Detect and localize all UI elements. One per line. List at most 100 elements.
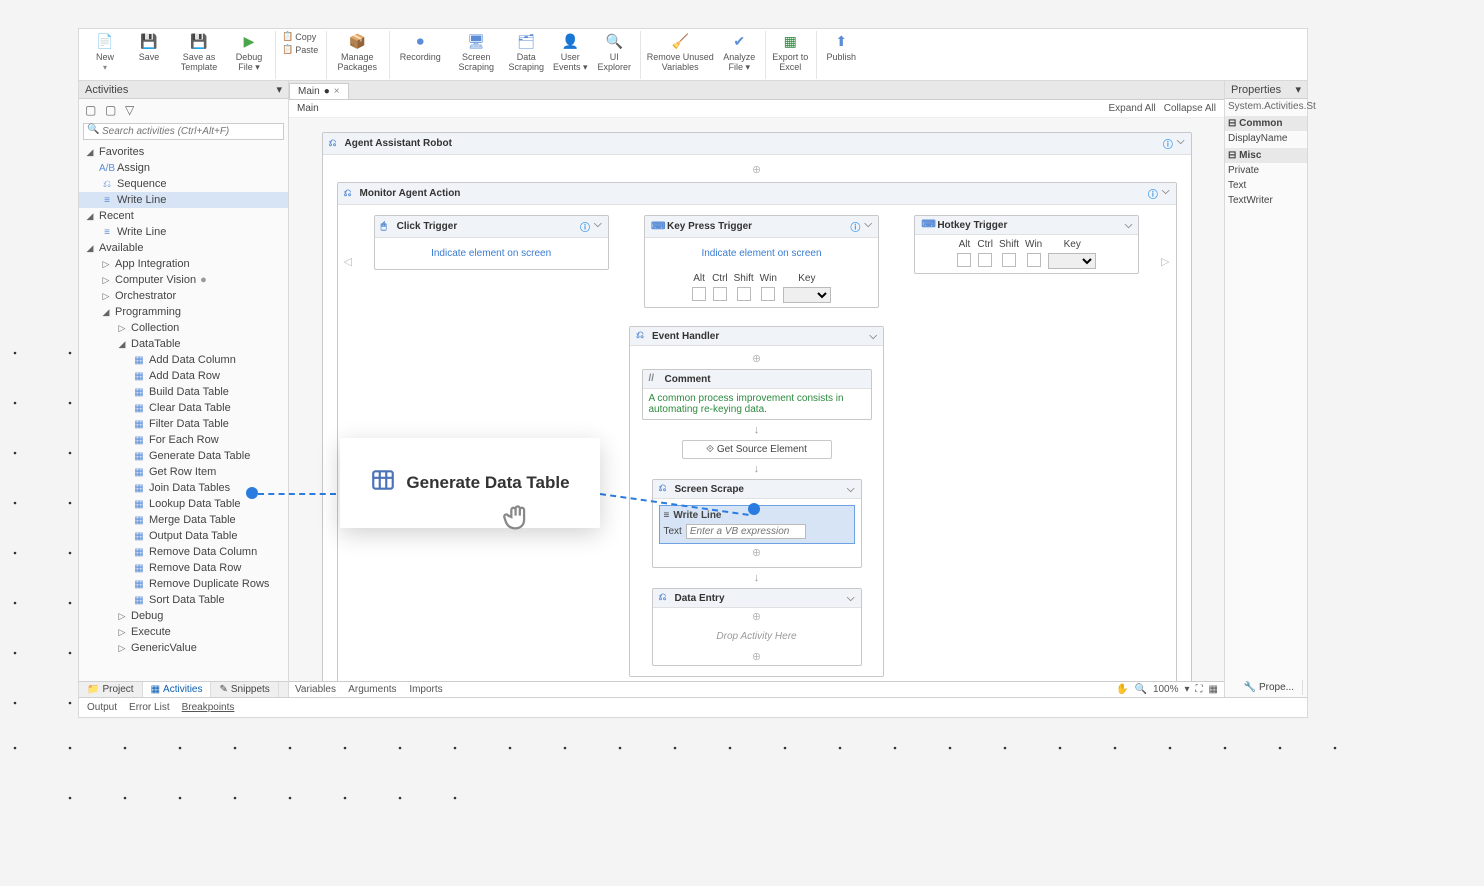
collapse-icon[interactable]: ⌵ xyxy=(1125,220,1133,231)
add-icon[interactable]: ⊕ xyxy=(329,161,1185,178)
tab-activities[interactable]: ▦Activities xyxy=(143,682,212,697)
save-template-button[interactable]: 💾Save as Template xyxy=(173,31,225,77)
data-entry[interactable]: ⎌Data Entry⌵ ⊕ Drop Activity Here ⊕ xyxy=(652,588,862,666)
collapse-icon[interactable]: ⌵ xyxy=(594,219,602,234)
alt-checkbox[interactable] xyxy=(692,287,706,301)
ui-explorer-button[interactable]: 🔍UI Explorer xyxy=(594,31,634,77)
dt-clear[interactable]: ▦Clear Data Table xyxy=(79,400,288,416)
analyze-button[interactable]: ✔Analyze File ▾ xyxy=(719,31,759,77)
dt-filter[interactable]: ▦Filter Data Table xyxy=(79,416,288,432)
add-icon[interactable]: ⊕ xyxy=(659,544,855,561)
ctrl-checkbox[interactable] xyxy=(713,287,727,301)
filter-icon[interactable]: ▽ xyxy=(125,103,139,117)
win-checkbox[interactable] xyxy=(1027,253,1041,267)
panel-menu-icon[interactable]: ▾ xyxy=(1295,83,1301,96)
favorites-group[interactable]: ◢Favorites xyxy=(79,144,288,160)
hotkey-trigger[interactable]: ⌨Hotkey Trigger⌵ Alt Ctrl Shift Win Key xyxy=(914,215,1139,274)
arguments-tab[interactable]: Arguments xyxy=(348,684,396,695)
search-input[interactable] xyxy=(83,123,284,140)
text-input[interactable] xyxy=(686,524,806,539)
dt-output[interactable]: ▦Output Data Table xyxy=(79,528,288,544)
copy-button[interactable]: 📋Copy xyxy=(280,31,320,42)
available-group[interactable]: ◢Available xyxy=(79,240,288,256)
new-button[interactable]: 📄New▾ xyxy=(85,31,125,77)
collapse-icon[interactable]: ⌵ xyxy=(847,593,855,604)
text-prop[interactable]: Text xyxy=(1225,178,1307,193)
dt-lookup[interactable]: ▦Lookup Data Table xyxy=(79,496,288,512)
close-icon[interactable]: × xyxy=(334,86,340,97)
programming[interactable]: ◢Programming xyxy=(79,304,288,320)
export-excel-button[interactable]: ▦Export to Excel xyxy=(770,31,810,77)
app-integration[interactable]: ▷App Integration xyxy=(79,256,288,272)
orchestrator[interactable]: ▷Orchestrator xyxy=(79,288,288,304)
computer-vision[interactable]: ▷Computer Vision ● xyxy=(79,272,288,288)
tab-project[interactable]: 📁Project xyxy=(79,682,143,697)
dt-rem-col[interactable]: ▦Remove Data Column xyxy=(79,544,288,560)
expand-all[interactable]: Expand All xyxy=(1108,103,1155,114)
hand-icon[interactable]: ✋ xyxy=(1116,684,1128,695)
variables-tab[interactable]: Variables xyxy=(295,684,336,695)
collapse-icon[interactable]: ⌵ xyxy=(869,331,877,342)
dt-rem-dup[interactable]: ▦Remove Duplicate Rows xyxy=(79,576,288,592)
common-group[interactable]: ⊟ Common xyxy=(1225,116,1307,131)
fav-write-line[interactable]: ≡Write Line xyxy=(79,192,288,208)
info-icon[interactable]: ⓘ xyxy=(580,219,590,234)
search-icon[interactable]: 🔍 xyxy=(1134,684,1146,695)
save-button[interactable]: 💾Save xyxy=(129,31,169,77)
dt-generate[interactable]: ▦Generate Data Table xyxy=(79,448,288,464)
recent-write-line[interactable]: ≡Write Line xyxy=(79,224,288,240)
info-icon[interactable]: ⓘ xyxy=(1163,136,1173,151)
collapse-all[interactable]: Collapse All xyxy=(1164,103,1216,114)
collapse-icon[interactable]: ⌵ xyxy=(1177,136,1185,151)
tab-snippets[interactable]: ✎Snippets xyxy=(211,682,278,697)
indicate-link[interactable]: Indicate element on screen xyxy=(645,238,878,269)
comment-activity[interactable]: //Comment A common process improvement c… xyxy=(642,369,872,420)
grid-icon[interactable]: ▦ xyxy=(1209,684,1218,695)
dt-add-row[interactable]: ▦Add Data Row xyxy=(79,368,288,384)
folder2-icon[interactable]: ▢ xyxy=(105,103,119,117)
panel-menu-icon[interactable]: ▾ xyxy=(276,83,282,96)
error-list-tab[interactable]: Error List xyxy=(129,702,170,713)
screen-scrape[interactable]: ⎌Screen Scrape⌵ ≡Write Line Text ⊕ xyxy=(652,479,862,568)
chevron-down-icon[interactable]: ▾ xyxy=(1185,684,1190,695)
fav-assign[interactable]: A/BAssign xyxy=(79,160,288,176)
genericvalue[interactable]: ▷GenericValue xyxy=(79,640,288,656)
shift-checkbox[interactable] xyxy=(737,287,751,301)
imports-tab[interactable]: Imports xyxy=(409,684,442,695)
add-icon[interactable]: ⊕ xyxy=(636,352,877,365)
recording-button[interactable]: ⏺Recording xyxy=(394,31,446,77)
dt-sort[interactable]: ▦Sort Data Table xyxy=(79,592,288,608)
fav-sequence[interactable]: ⎌Sequence xyxy=(79,176,288,192)
fit-icon[interactable]: ⛶ xyxy=(1196,684,1203,695)
folder-icon[interactable]: ▢ xyxy=(85,103,99,117)
chevron-right-icon[interactable]: ▷ xyxy=(1161,255,1169,268)
datatable[interactable]: ◢DataTable xyxy=(79,336,288,352)
dt-merge[interactable]: ▦Merge Data Table xyxy=(79,512,288,528)
execute[interactable]: ▷Execute xyxy=(79,624,288,640)
output-tab[interactable]: Output xyxy=(87,702,117,713)
publish-button[interactable]: ⬆Publish xyxy=(821,31,861,77)
ctrl-checkbox[interactable] xyxy=(978,253,992,267)
add-icon[interactable]: ⊕ xyxy=(653,608,861,625)
chevron-left-icon[interactable]: ◁ xyxy=(344,255,352,268)
click-trigger[interactable]: 🖱Click Triggerⓘ⌵ Indicate element on scr… xyxy=(374,215,609,270)
debug[interactable]: ▷Debug xyxy=(79,608,288,624)
collapse-icon[interactable]: ⌵ xyxy=(847,484,855,495)
alt-checkbox[interactable] xyxy=(957,253,971,267)
indicate-link[interactable]: Indicate element on screen xyxy=(375,238,608,269)
paste-button[interactable]: 📋Paste xyxy=(280,44,320,55)
info-icon[interactable]: ⓘ xyxy=(850,219,860,234)
private-prop[interactable]: Private xyxy=(1225,163,1307,178)
dt-foreach[interactable]: ▦For Each Row xyxy=(79,432,288,448)
monitor-agent-action[interactable]: ⎌Monitor Agent Actionⓘ⌵ ◁ 🖱Click Trigger… xyxy=(337,182,1177,681)
manage-packages-button[interactable]: 📦Manage Packages xyxy=(331,31,383,77)
dt-rem-row[interactable]: ▦Remove Data Row xyxy=(79,560,288,576)
key-select[interactable] xyxy=(783,287,831,303)
breadcrumb[interactable]: Main xyxy=(297,103,319,114)
zoom-level[interactable]: 100% xyxy=(1153,684,1179,695)
shift-checkbox[interactable] xyxy=(1002,253,1016,267)
properties-tab[interactable]: 🔧Prope... xyxy=(1236,680,1303,695)
user-events-button[interactable]: 👤User Events ▾ xyxy=(550,31,590,77)
dt-add-col[interactable]: ▦Add Data Column xyxy=(79,352,288,368)
key-press-trigger[interactable]: ⌨Key Press Triggerⓘ⌵ Indicate element on… xyxy=(644,215,879,308)
